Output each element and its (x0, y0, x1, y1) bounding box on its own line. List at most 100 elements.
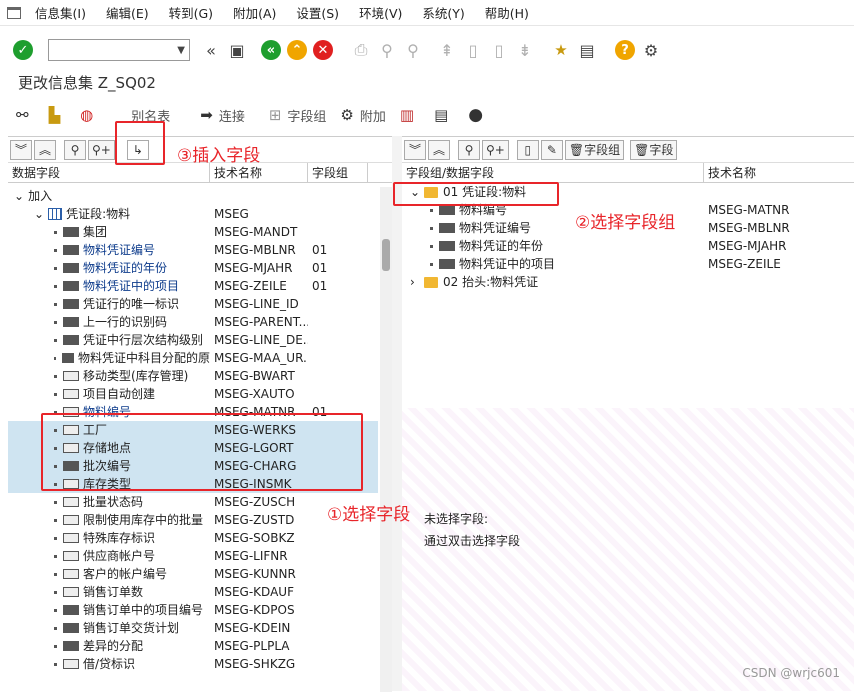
field-group-button[interactable]: ⊞ 字段组 (269, 106, 327, 125)
scroll-thumb[interactable] (382, 239, 390, 271)
bullet-icon (54, 644, 57, 648)
table-row[interactable]: 销售订单中的项目编号 MSEG-KDPOS (8, 601, 378, 619)
delete-field-group-label: 字段组 (584, 143, 621, 157)
exit-icon[interactable]: ⌃ (286, 39, 308, 61)
collapsed-icon[interactable]: › (410, 273, 418, 291)
find-binoculars-icon[interactable]: ⚲ (458, 139, 480, 160)
table-row[interactable]: 差异的分配 MSEG-PLPLA (8, 637, 378, 655)
first-page-icon[interactable]: ⇞ (436, 39, 458, 61)
bullet-icon (54, 590, 57, 594)
right-pane-toolbar: ︾ ︽ ⚲ ⚲+ ▯ ✎ 🗑 字段组 🗑 字段 (402, 137, 854, 163)
menu-item-settings[interactable]: 设置(S) (288, 3, 351, 22)
table-row[interactable]: 凭证中行层次结构级别 MSEG-LINE_DE... (8, 331, 378, 349)
row-tech-name: MSEG-KDPOS (214, 603, 295, 617)
find-next-binoculars-icon[interactable]: ⚲+ (88, 139, 115, 160)
help-icon[interactable]: ? (614, 39, 636, 61)
row-field-group (308, 223, 368, 241)
system-menu-icon[interactable] (7, 6, 21, 19)
field-dark-icon (63, 245, 79, 255)
table-row[interactable]: 物料凭证中的项目 MSEG-ZEILE (402, 255, 854, 273)
row-field-group (308, 331, 368, 349)
expand-icon[interactable]: ⌄ (14, 187, 24, 205)
table-row[interactable]: 物料凭证中的项目 MSEG-ZEILE 01 (8, 277, 378, 295)
bullet-icon (54, 248, 57, 252)
table-row[interactable]: 物料凭证的年份 MSEG-MJAHR 01 (8, 259, 378, 277)
new-document-icon[interactable]: ▯ (516, 139, 539, 160)
row-field-group (308, 547, 368, 565)
ball-icon[interactable]: ● (468, 105, 489, 125)
print-icon[interactable]: ⎙ (350, 39, 372, 61)
table-row[interactable]: 物料凭证编号 MSEG-MBLNR 01 (8, 241, 378, 259)
table-row[interactable]: 物料凭证的年份 MSEG-MJAHR (402, 237, 854, 255)
row-tech-name: MSEG-MJAHR (214, 261, 293, 275)
row-label: 批量状态码 (83, 495, 144, 509)
extras-button[interactable]: ⚙ 附加 (340, 106, 385, 125)
find-next-icon[interactable]: ⚲ (402, 39, 424, 61)
delete-field-button[interactable]: 🗑 字段 (630, 139, 678, 160)
table-row[interactable]: 项目自动创建 MSEG-XAUTO (8, 385, 378, 403)
field-dark-icon (63, 317, 79, 327)
target-icon[interactable]: ◍ (80, 106, 99, 124)
find-icon[interactable]: ⚲ (376, 39, 398, 61)
last-page-icon[interactable]: ⇟ (514, 39, 536, 61)
menu-item-infoset[interactable]: 信息集(I) (27, 3, 98, 22)
hierarchy-icon[interactable]: ▙ (49, 106, 67, 124)
prev-page-icon[interactable]: ▯ (462, 39, 484, 61)
collapse-all-icon[interactable]: ︽ (34, 139, 56, 160)
left-vertical-scrollbar[interactable] (380, 187, 392, 692)
table-row[interactable]: 集团 MSEG-MANDT (8, 223, 378, 241)
col-tech-name: 技术名称 (708, 166, 757, 180)
annotation-select-group: ②选择字段组 (575, 213, 676, 233)
expand-icon[interactable]: ⌄ (34, 205, 44, 223)
back-icon[interactable]: « (260, 39, 282, 61)
cancel-icon[interactable]: ✕ (312, 39, 334, 61)
table-row[interactable]: 供应商帐户号 MSEG-LIFNR (8, 547, 378, 565)
table-row[interactable]: 物料凭证中科目分配的原 MSEG-MAA_UR... (8, 349, 378, 367)
menu-item-extras[interactable]: 附加(A) (225, 3, 288, 22)
menu-item-system[interactable]: 系统(Y) (414, 3, 476, 22)
row-label: 供应商帐户号 (83, 549, 156, 563)
find-binoculars-icon[interactable]: ⚲ (64, 139, 86, 160)
edit-pencil-icon[interactable]: ✎ (540, 139, 563, 160)
table-row[interactable]: 借/贷标识 MSEG-SHKZG (8, 655, 378, 673)
color-legend-icon[interactable]: ▥ (400, 106, 420, 124)
settings-gear-icon[interactable]: ⚙ (640, 39, 662, 61)
table-row[interactable]: 批量状态码 MSEG-ZUSCH (8, 493, 378, 511)
shortcut-icon[interactable]: ▤ (576, 39, 598, 61)
table-row[interactable]: 凭证行的唯一标识 MSEG-LINE_ID (8, 295, 378, 313)
next-page-icon[interactable]: ▯ (488, 39, 510, 61)
menu-item-help[interactable]: 帮助(H) (477, 3, 541, 22)
table-row[interactable]: 移动类型(库存管理) MSEG-BWART (8, 367, 378, 385)
table-row[interactable]: 限制使用库存中的批量 MSEG-ZUSTD (8, 511, 378, 529)
table-row[interactable]: ⌄ 凭证段:物料 MSEG (8, 205, 378, 223)
group-row[interactable]: › 02 抬头:物料凭证 (402, 273, 854, 291)
delete-field-group-button[interactable]: 🗑 字段组 (564, 139, 625, 160)
find-next-binoculars-icon[interactable]: ⚲+ (482, 139, 509, 160)
save-icon[interactable]: ▣ (226, 39, 248, 61)
row-label: 凭证行的唯一标识 (83, 297, 180, 311)
row-label: 销售订单中的项目编号 (83, 603, 204, 617)
create-session-icon[interactable]: ★ (550, 39, 572, 61)
glasses-icon[interactable]: ⚯ (16, 106, 35, 124)
table-row[interactable]: ⌄ 加入 (8, 187, 378, 205)
table-row[interactable]: 上一行的识别码 MSEG-PARENT... (8, 313, 378, 331)
command-field[interactable]: ▼ (48, 39, 190, 61)
expand-all-icon[interactable]: ︾ (10, 139, 32, 160)
bullet-icon (430, 226, 433, 230)
menu-item-goto[interactable]: 转到(G) (161, 3, 225, 22)
join-button[interactable]: ➡ 连接 (200, 106, 245, 125)
menu-item-edit[interactable]: 编辑(E) (98, 3, 161, 22)
table-row[interactable]: 特殊库存标识 MSEG-SOBKZ (8, 529, 378, 547)
back-arrows-icon[interactable]: « (200, 39, 222, 61)
table-row[interactable]: 销售订单交货计划 MSEG-KDEIN (8, 619, 378, 637)
table-row[interactable]: 销售订单数 MSEG-KDAUF (8, 583, 378, 601)
document-icon[interactable]: ▤ (434, 106, 454, 124)
table-row[interactable]: 客户的帐户编号 MSEG-KUNNR (8, 565, 378, 583)
field-dark-icon (63, 623, 79, 633)
enter-icon[interactable]: ✓ (12, 39, 34, 61)
pane-splitter[interactable] (392, 136, 402, 691)
expand-all-icon[interactable]: ︾ (404, 139, 426, 160)
menu-item-environment[interactable]: 环境(V) (351, 3, 414, 22)
row-label: 凭证段:物料 (66, 207, 131, 221)
collapse-all-icon[interactable]: ︽ (428, 139, 450, 160)
